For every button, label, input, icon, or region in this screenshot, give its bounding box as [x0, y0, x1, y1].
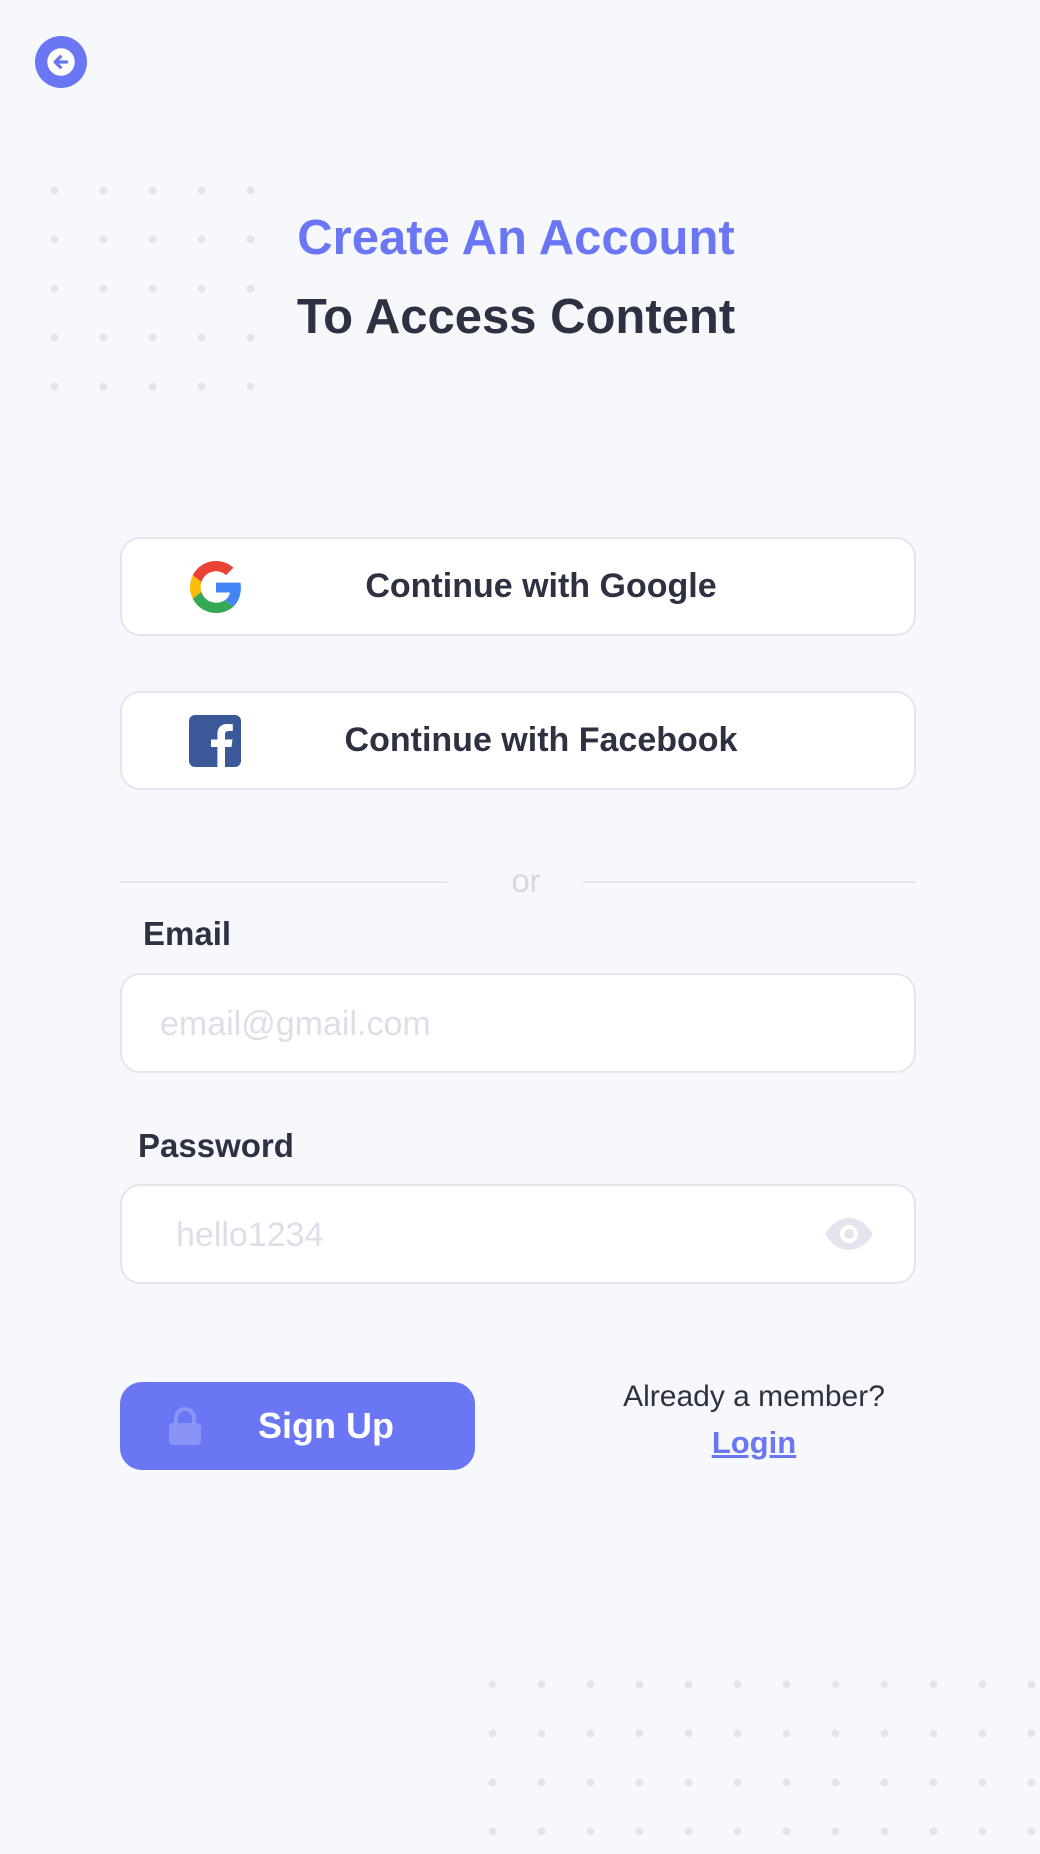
- already-member-text: Already a member?: [623, 1380, 885, 1413]
- sign-up-label: Sign Up: [258, 1405, 394, 1446]
- eye-icon[interactable]: [824, 1215, 874, 1253]
- back-button[interactable]: [35, 36, 87, 88]
- lock-icon: [169, 1407, 201, 1445]
- continue-with-facebook-label: Continue with Facebook: [344, 721, 738, 759]
- continue-with-google-button[interactable]: Continue with Google: [120, 537, 916, 636]
- email-input[interactable]: [158, 975, 842, 1073]
- decorative-dot-grid-bottom: [468, 1660, 1040, 1854]
- divider-line-right: [583, 881, 916, 883]
- password-field[interactable]: [120, 1184, 916, 1284]
- arrow-left-icon: [47, 48, 75, 76]
- email-label: Email: [143, 915, 232, 952]
- page-title: Create An Account: [297, 211, 735, 265]
- password-label: Password: [138, 1127, 294, 1164]
- password-input[interactable]: [174, 1186, 858, 1284]
- email-field[interactable]: [120, 973, 916, 1073]
- continue-with-facebook-button[interactable]: Continue with Facebook: [120, 691, 916, 790]
- continue-with-google-label: Continue with Google: [365, 567, 717, 605]
- sign-up-button[interactable]: Sign Up: [120, 1382, 475, 1470]
- divider-line-left: [120, 881, 447, 883]
- login-link[interactable]: Login: [600, 1425, 908, 1461]
- page-subtitle: To Access Content: [296, 290, 736, 344]
- divider-or: or: [511, 862, 541, 899]
